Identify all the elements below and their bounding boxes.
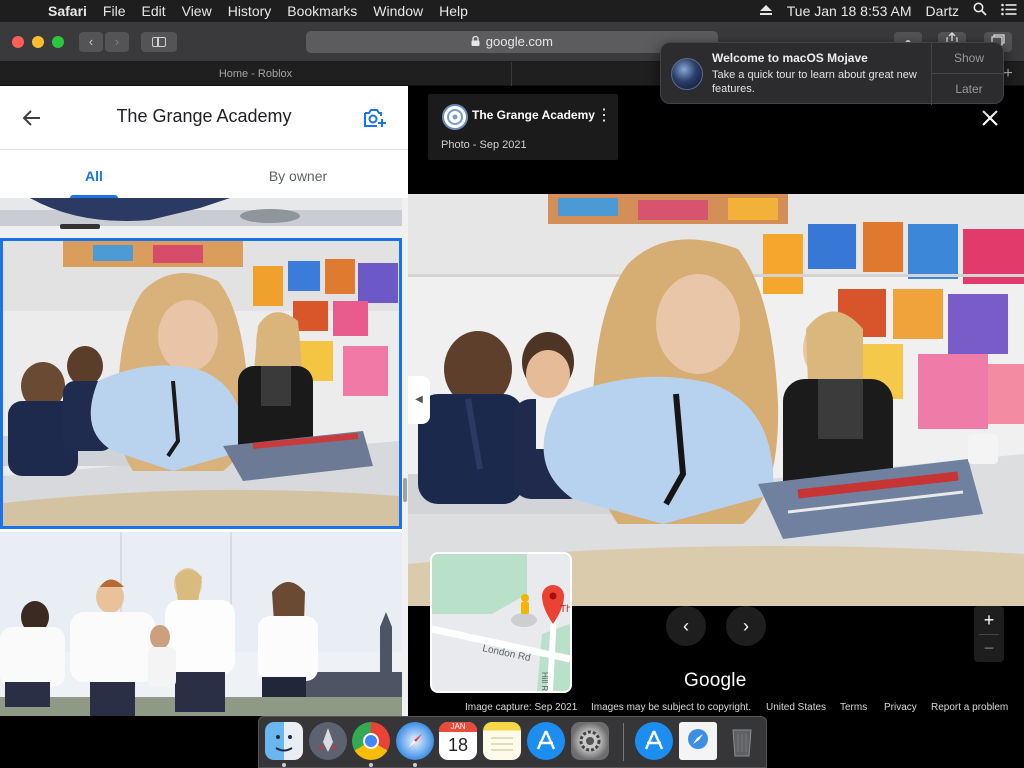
collapse-panel-button[interactable]: ◀ [408,376,430,424]
place-name[interactable]: The Grange Academy [472,108,595,122]
calendar-icon[interactable]: JAN 18 [439,722,477,760]
sidebar-toggle-button[interactable] [141,32,177,52]
app-menu-safari[interactable]: Safari [40,0,95,22]
menu-window[interactable]: Window [365,0,431,22]
notification-show-button[interactable]: Show [932,43,1006,74]
app-store-icon[interactable] [527,722,565,760]
photo-thumbnail-selected[interactable] [0,238,402,529]
minimap-side-road-label: Hill Rd [540,672,549,691]
notification-body: Take a quick tour to learn about great n… [712,69,917,95]
photo-date: Photo - Sep 2021 [441,139,527,151]
calendar-month: JAN [439,722,477,732]
privacy-link[interactable]: Privacy [884,702,917,713]
screen: Safari File Edit View History Bookmarks … [0,0,1024,768]
more-options-icon[interactable]: ⋮ [596,105,612,127]
running-indicator [282,763,286,767]
viewer-footer: Image capture: Sep 2021 Images may be su… [408,700,1024,716]
menu-view[interactable]: View [174,0,220,22]
notification-actions: Show Later [931,43,1006,105]
menu-bookmarks[interactable]: Bookmarks [279,0,365,22]
system-preferences-icon[interactable] [571,722,609,760]
launchpad-icon[interactable] [309,722,347,760]
photo-thumbnail[interactable] [0,532,402,716]
menubar-user[interactable]: Dartz [919,0,966,22]
menu-file[interactable]: File [95,0,134,22]
zoom-in-button[interactable]: + [974,606,1004,634]
tab-by-owner[interactable]: By owner [188,150,408,198]
dock: JAN 18 [258,716,767,768]
macos-mojave-icon [671,58,703,90]
fullscreen-window-button[interactable] [52,36,64,48]
next-photo-button[interactable]: › [726,606,766,646]
system-notification[interactable]: Welcome to macOS Mojave Take a quick tou… [660,42,1006,105]
panel-header: The Grange Academy [0,86,408,150]
copyright-notice: Images may be subject to copyright. [591,702,752,713]
photo-list-panel: The Grange Academy All By owner [0,86,408,716]
downloads-stack-icon[interactable] [679,722,717,760]
running-indicator [369,763,373,767]
photo-thumbnail[interactable] [0,198,402,238]
menu-bar: Safari File Edit View History Bookmarks … [0,0,1024,22]
minimize-window-button[interactable] [32,36,44,48]
region-link[interactable]: United States [766,702,826,713]
close-window-button[interactable] [12,36,24,48]
tab-all[interactable]: All [0,150,188,198]
panel-scrollbar-thumb[interactable] [403,478,407,502]
notification-title: Welcome to macOS Mojave [712,51,868,65]
back-button[interactable]: ‹ [79,32,103,52]
previous-photo-button[interactable]: ‹ [666,606,706,646]
finder-icon[interactable] [265,722,303,760]
main-photo[interactable] [408,194,1024,606]
menu-help[interactable]: Help [431,0,476,22]
notification-center-icon[interactable] [994,0,1024,22]
zoom-control: + − [974,606,1004,662]
zoom-out-button[interactable]: − [974,634,1004,662]
notification-later-button[interactable]: Later [932,74,1006,105]
address-bar[interactable]: google.com [306,31,718,53]
app-store-icon[interactable] [635,722,673,760]
spotlight-search-icon[interactable] [966,0,994,22]
menu-history[interactable]: History [220,0,280,22]
add-photo-camera-icon[interactable] [362,105,388,131]
panel-tabs: All By owner [0,150,408,198]
panel-title: The Grange Academy [116,106,292,126]
minimap-poi-label: Th [560,604,570,615]
calendar-day: 18 [447,735,469,755]
place-info-card: The Grange Academy ⋮ Photo - Sep 2021 [428,94,618,160]
minimap[interactable]: London Rd Hill Rd Th [430,552,572,693]
eject-icon[interactable] [752,0,780,22]
address-url: google.com [485,34,553,49]
chrome-icon[interactable] [352,722,390,760]
safari-icon[interactable] [396,722,434,760]
tab-home-roblox[interactable]: Home - Roblox [0,62,512,86]
report-problem-link[interactable]: Report a problem [931,702,1008,713]
place-avatar[interactable] [442,104,468,130]
close-viewer-icon[interactable] [978,106,1002,130]
notes-icon[interactable] [483,722,521,760]
terms-link[interactable]: Terms [840,702,867,713]
lock-icon [471,35,483,49]
photo-viewer: The Grange Academy ⋮ Photo - Sep 2021 ◀ … [408,86,1024,716]
google-logo: Google [684,670,747,691]
menu-edit[interactable]: Edit [133,0,173,22]
running-indicator [413,763,417,767]
forward-button[interactable]: › [105,32,129,52]
menubar-clock[interactable]: Tue Jan 18 8:53 AM [780,0,919,22]
dock-separator [623,723,624,761]
image-capture-date: Image capture: Sep 2021 [465,702,578,713]
trash-icon[interactable] [723,722,761,760]
